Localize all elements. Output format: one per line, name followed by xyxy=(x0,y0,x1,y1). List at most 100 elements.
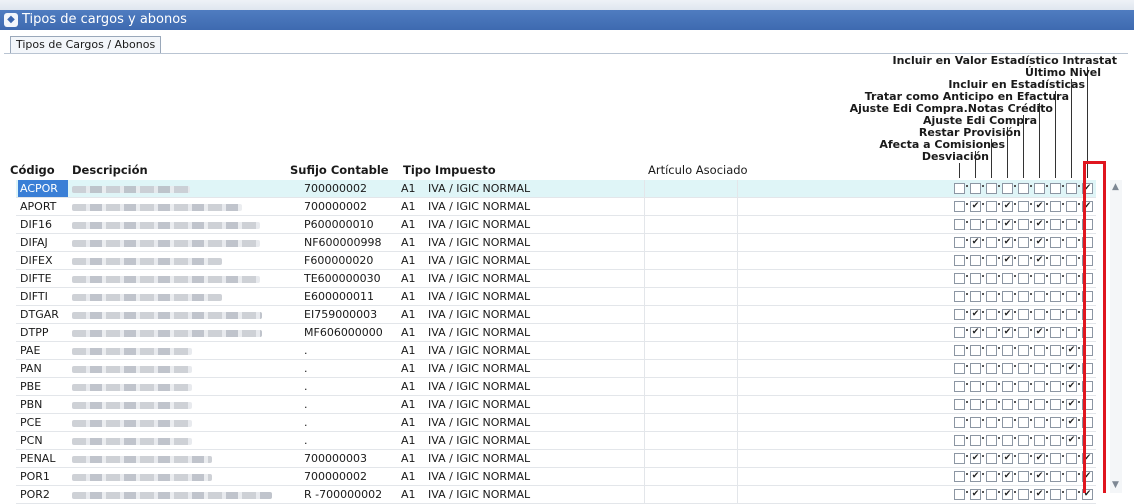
row-checkbox[interactable] xyxy=(970,273,981,284)
table-row[interactable]: PCN. A1 IVA / IGIC NORMAL xyxy=(16,432,1096,450)
cell-impuesto[interactable]: IVA / IGIC NORMAL xyxy=(428,486,638,503)
cell-tipo[interactable]: A1 xyxy=(401,432,423,449)
table-row[interactable]: PCE. A1 IVA / IGIC NORMAL xyxy=(16,414,1096,432)
cell-codigo[interactable]: DIFTE xyxy=(20,270,70,287)
row-checkbox[interactable] xyxy=(1050,327,1061,338)
row-checkbox[interactable] xyxy=(1018,255,1029,266)
row-checkbox[interactable] xyxy=(1050,201,1061,212)
row-checkbox[interactable] xyxy=(1034,381,1045,392)
row-checkbox[interactable] xyxy=(954,237,965,248)
row-checkbox[interactable] xyxy=(1002,471,1013,482)
row-checkbox[interactable] xyxy=(986,345,997,356)
cell-tipo[interactable]: A1 xyxy=(401,216,423,233)
table-row[interactable]: DIF16 P600000010 A1 IVA / IGIC NORMAL xyxy=(16,216,1096,234)
row-checkbox[interactable] xyxy=(1018,201,1029,212)
cell-impuesto[interactable]: IVA / IGIC NORMAL xyxy=(428,414,638,431)
cell-impuesto[interactable]: IVA / IGIC NORMAL xyxy=(428,270,638,287)
cell-descripcion-redacted[interactable] xyxy=(72,468,304,485)
row-checkbox[interactable] xyxy=(1002,399,1013,410)
cell-descripcion-redacted[interactable] xyxy=(72,378,304,395)
row-checkbox[interactable] xyxy=(1034,237,1045,248)
cell-tipo[interactable]: A1 xyxy=(401,234,423,251)
cell-impuesto[interactable]: IVA / IGIC NORMAL xyxy=(428,252,638,269)
table-row[interactable]: PENAL 700000003 A1 IVA / IGIC NORMAL xyxy=(16,450,1096,468)
row-checkbox[interactable] xyxy=(1018,489,1029,500)
row-checkbox[interactable] xyxy=(1034,471,1045,482)
cell-articulo[interactable] xyxy=(644,324,738,341)
cell-sufijo[interactable]: NF600000998 xyxy=(304,234,412,251)
cell-tipo[interactable]: A1 xyxy=(401,450,423,467)
row-checkbox[interactable] xyxy=(1050,471,1061,482)
cell-articulo[interactable] xyxy=(644,342,738,359)
row-checkbox[interactable] xyxy=(1050,381,1061,392)
row-checkbox[interactable] xyxy=(1018,219,1029,230)
row-checkbox[interactable] xyxy=(1066,237,1077,248)
row-checkbox[interactable] xyxy=(1018,417,1029,428)
cell-codigo[interactable]: DTGAR xyxy=(20,306,70,323)
check-header-0[interactable]: Incluir en Valor Estadístico Intrastat xyxy=(893,55,1118,66)
cell-sufijo[interactable]: . xyxy=(304,342,412,359)
cell-tipo[interactable]: A1 xyxy=(401,324,423,341)
row-checkbox[interactable] xyxy=(1066,399,1077,410)
cell-descripcion-redacted[interactable] xyxy=(72,252,304,269)
row-checkbox[interactable] xyxy=(1018,471,1029,482)
cell-impuesto[interactable]: IVA / IGIC NORMAL xyxy=(428,234,638,251)
cell-tipo[interactable]: A1 xyxy=(401,486,423,503)
cell-impuesto[interactable]: IVA / IGIC NORMAL xyxy=(428,468,638,485)
arrow-down-icon[interactable]: ▼ xyxy=(1112,480,1119,490)
row-checkbox[interactable] xyxy=(1018,183,1029,194)
row-checkbox[interactable] xyxy=(1050,489,1061,500)
cell-sufijo[interactable]: R -700000002 xyxy=(304,486,412,503)
row-checkbox[interactable] xyxy=(1066,471,1077,482)
row-checkbox[interactable] xyxy=(970,201,981,212)
row-checkbox[interactable] xyxy=(1002,363,1013,374)
row-checkbox[interactable] xyxy=(954,363,965,374)
cell-descripcion-redacted[interactable] xyxy=(72,396,304,413)
row-checkbox[interactable] xyxy=(1050,417,1061,428)
cell-impuesto[interactable]: IVA / IGIC NORMAL xyxy=(428,360,638,377)
check-header-7[interactable]: Afecta a Comisiones xyxy=(879,139,1005,150)
row-checkbox[interactable] xyxy=(1002,489,1013,500)
cell-tipo[interactable]: A1 xyxy=(401,198,423,215)
header-descripcion[interactable]: Descripción xyxy=(72,163,148,177)
cell-tipo[interactable]: A1 xyxy=(401,468,423,485)
row-checkbox[interactable] xyxy=(1050,309,1061,320)
cell-codigo[interactable]: DTPP xyxy=(20,324,70,341)
row-checkbox[interactable] xyxy=(986,417,997,428)
check-header-3[interactable]: Tratar como Anticipo en Efactura xyxy=(865,91,1069,102)
row-checkbox[interactable] xyxy=(986,219,997,230)
check-header-6[interactable]: Restar Provisión xyxy=(919,127,1021,138)
row-checkbox[interactable] xyxy=(1018,327,1029,338)
cell-tipo[interactable]: A1 xyxy=(401,180,423,197)
cell-tipo[interactable]: A1 xyxy=(401,378,423,395)
cell-descripcion-redacted[interactable] xyxy=(72,432,304,449)
header-articulo-asociado[interactable]: Artículo Asociado xyxy=(648,163,748,177)
cell-descripcion-redacted[interactable] xyxy=(72,414,304,431)
table-row[interactable]: PAN. A1 IVA / IGIC NORMAL xyxy=(16,360,1096,378)
check-header-5[interactable]: Ajuste Edi Compra xyxy=(923,115,1037,126)
cell-sufijo[interactable]: 700000002 xyxy=(304,180,412,197)
cell-codigo[interactable]: POR2 xyxy=(20,486,70,503)
cell-codigo[interactable]: DIF16 xyxy=(20,216,70,233)
row-checkbox[interactable] xyxy=(1050,453,1061,464)
header-sufijo-contable[interactable]: Sufijo Contable xyxy=(290,163,389,177)
row-checkbox[interactable] xyxy=(970,345,981,356)
row-checkbox[interactable] xyxy=(1050,345,1061,356)
row-checkbox[interactable] xyxy=(1002,327,1013,338)
cell-impuesto[interactable]: IVA / IGIC NORMAL xyxy=(428,180,638,197)
row-checkbox[interactable] xyxy=(970,291,981,302)
row-checkbox[interactable] xyxy=(1034,327,1045,338)
cell-articulo[interactable] xyxy=(644,270,738,287)
row-checkbox[interactable] xyxy=(970,381,981,392)
row-checkbox[interactable] xyxy=(1066,309,1077,320)
row-checkbox[interactable] xyxy=(1034,183,1045,194)
row-checkbox[interactable] xyxy=(1050,399,1061,410)
cell-tipo[interactable]: A1 xyxy=(401,342,423,359)
cell-impuesto[interactable]: IVA / IGIC NORMAL xyxy=(428,306,638,323)
table-row[interactable]: POR1 700000002 A1 IVA / IGIC NORMAL xyxy=(16,468,1096,486)
row-checkbox[interactable] xyxy=(1018,363,1029,374)
check-header-1[interactable]: Último Nivel xyxy=(1025,67,1101,78)
tab-tipos-cargos-abonos[interactable]: Tipos de Cargos / Abonos xyxy=(10,36,162,53)
row-checkbox[interactable] xyxy=(1050,219,1061,230)
cell-codigo[interactable]: DIFEX xyxy=(20,252,70,269)
